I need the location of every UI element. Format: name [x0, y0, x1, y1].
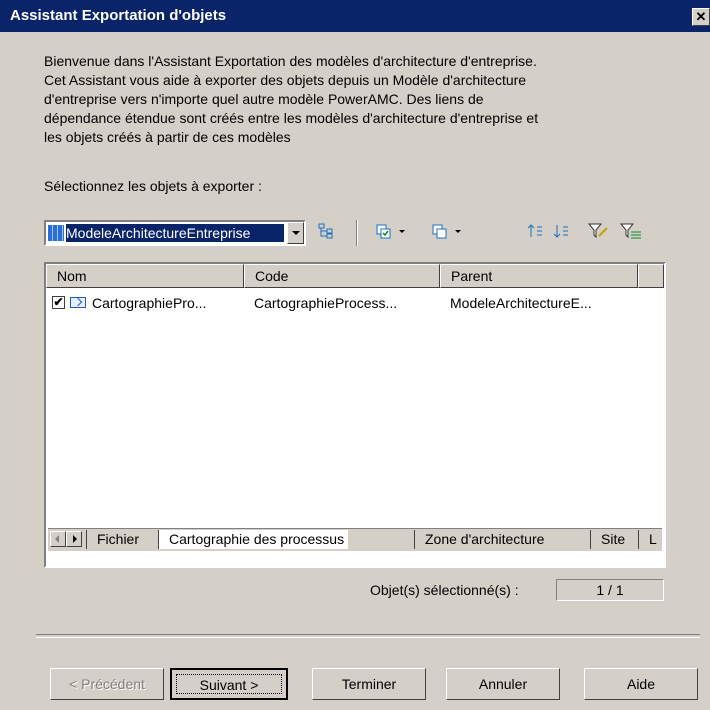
cancel-button[interactable]: Annuler: [446, 668, 560, 700]
intro-line: les objets créés à partir de ces modèles: [44, 129, 291, 145]
tab-zone-architecture[interactable]: Zone d'architecture: [414, 530, 544, 549]
divider: [36, 634, 700, 638]
list-row[interactable]: ✔ CartographiePro... CartographieProcess…: [46, 292, 664, 314]
selected-count-label: Objet(s) sélectionné(s) :: [370, 582, 519, 598]
model-combo[interactable]: ModeleArchitectureEntreprise: [44, 220, 306, 246]
hierarchy-icon[interactable]: [314, 222, 338, 244]
objects-list[interactable]: Nom Code Parent ✔ CartographiePro... Car…: [44, 262, 666, 568]
tab-strip: Fichier Cartographie des processus Zone …: [48, 528, 662, 551]
intro-text: Bienvenue dans l'Assistant Exportation d…: [44, 52, 664, 147]
deselect-all-icon[interactable]: [430, 222, 466, 244]
tab-site[interactable]: Site: [590, 530, 625, 549]
filter-icon[interactable]: [586, 222, 612, 244]
tab-scroll-left-button[interactable]: [50, 531, 66, 547]
selected-count-value: 1 / 1: [556, 579, 664, 601]
tab-more[interactable]: L: [638, 530, 657, 549]
finish-button[interactable]: Terminer: [312, 668, 426, 700]
previous-button[interactable]: < Précédent: [50, 668, 164, 700]
next-button[interactable]: Suivant >: [170, 668, 288, 700]
toolbar: ModeleArchitectureEntreprise: [44, 218, 664, 250]
intro-line: dépendance étendue sont créés entre les …: [44, 110, 539, 126]
toolbar-separator: [356, 220, 358, 246]
intro-line: d'entreprise vers n'importe quel autre m…: [44, 91, 484, 107]
row-name: CartographiePro...: [92, 295, 207, 311]
window-title: Assistant Exportation d'objets: [10, 7, 227, 24]
row-parent: ModeleArchitectureE...: [450, 295, 592, 311]
model-combo-value: ModeleArchitectureEntreprise: [66, 224, 284, 242]
close-button[interactable]: ✕: [692, 8, 710, 26]
move-down-icon[interactable]: [550, 222, 572, 244]
column-header-parent[interactable]: Parent: [440, 264, 638, 288]
move-up-icon[interactable]: [524, 222, 546, 244]
process-map-icon: [70, 297, 86, 308]
model-icon: [48, 225, 64, 241]
column-header-filler: [638, 264, 664, 288]
tab-scroll-right-button[interactable]: [66, 531, 82, 547]
select-all-icon[interactable]: [374, 222, 410, 244]
intro-line: Bienvenue dans l'Assistant Exportation d…: [44, 53, 537, 69]
column-header-name[interactable]: Nom: [46, 264, 244, 288]
select-objects-label: Sélectionnez les objets à exporter :: [44, 178, 262, 194]
tab-cartographie-des-processus[interactable]: Cartographie des processus: [158, 530, 349, 549]
column-header-code[interactable]: Code: [244, 264, 440, 288]
combo-dropdown-button[interactable]: [287, 222, 304, 244]
intro-line: Cet Assistant vous aide à exporter des o…: [44, 72, 527, 88]
tab-fichier[interactable]: Fichier: [86, 530, 139, 549]
next-button-label: Suivant >: [176, 674, 282, 694]
clear-filter-icon[interactable]: [618, 222, 644, 244]
title-bar: Assistant Exportation d'objets ✕: [0, 0, 710, 32]
help-button[interactable]: Aide: [584, 668, 698, 700]
list-header: Nom Code Parent: [46, 264, 664, 288]
row-checkbox[interactable]: ✔: [52, 296, 65, 309]
row-code: CartographieProcess...: [254, 295, 398, 311]
